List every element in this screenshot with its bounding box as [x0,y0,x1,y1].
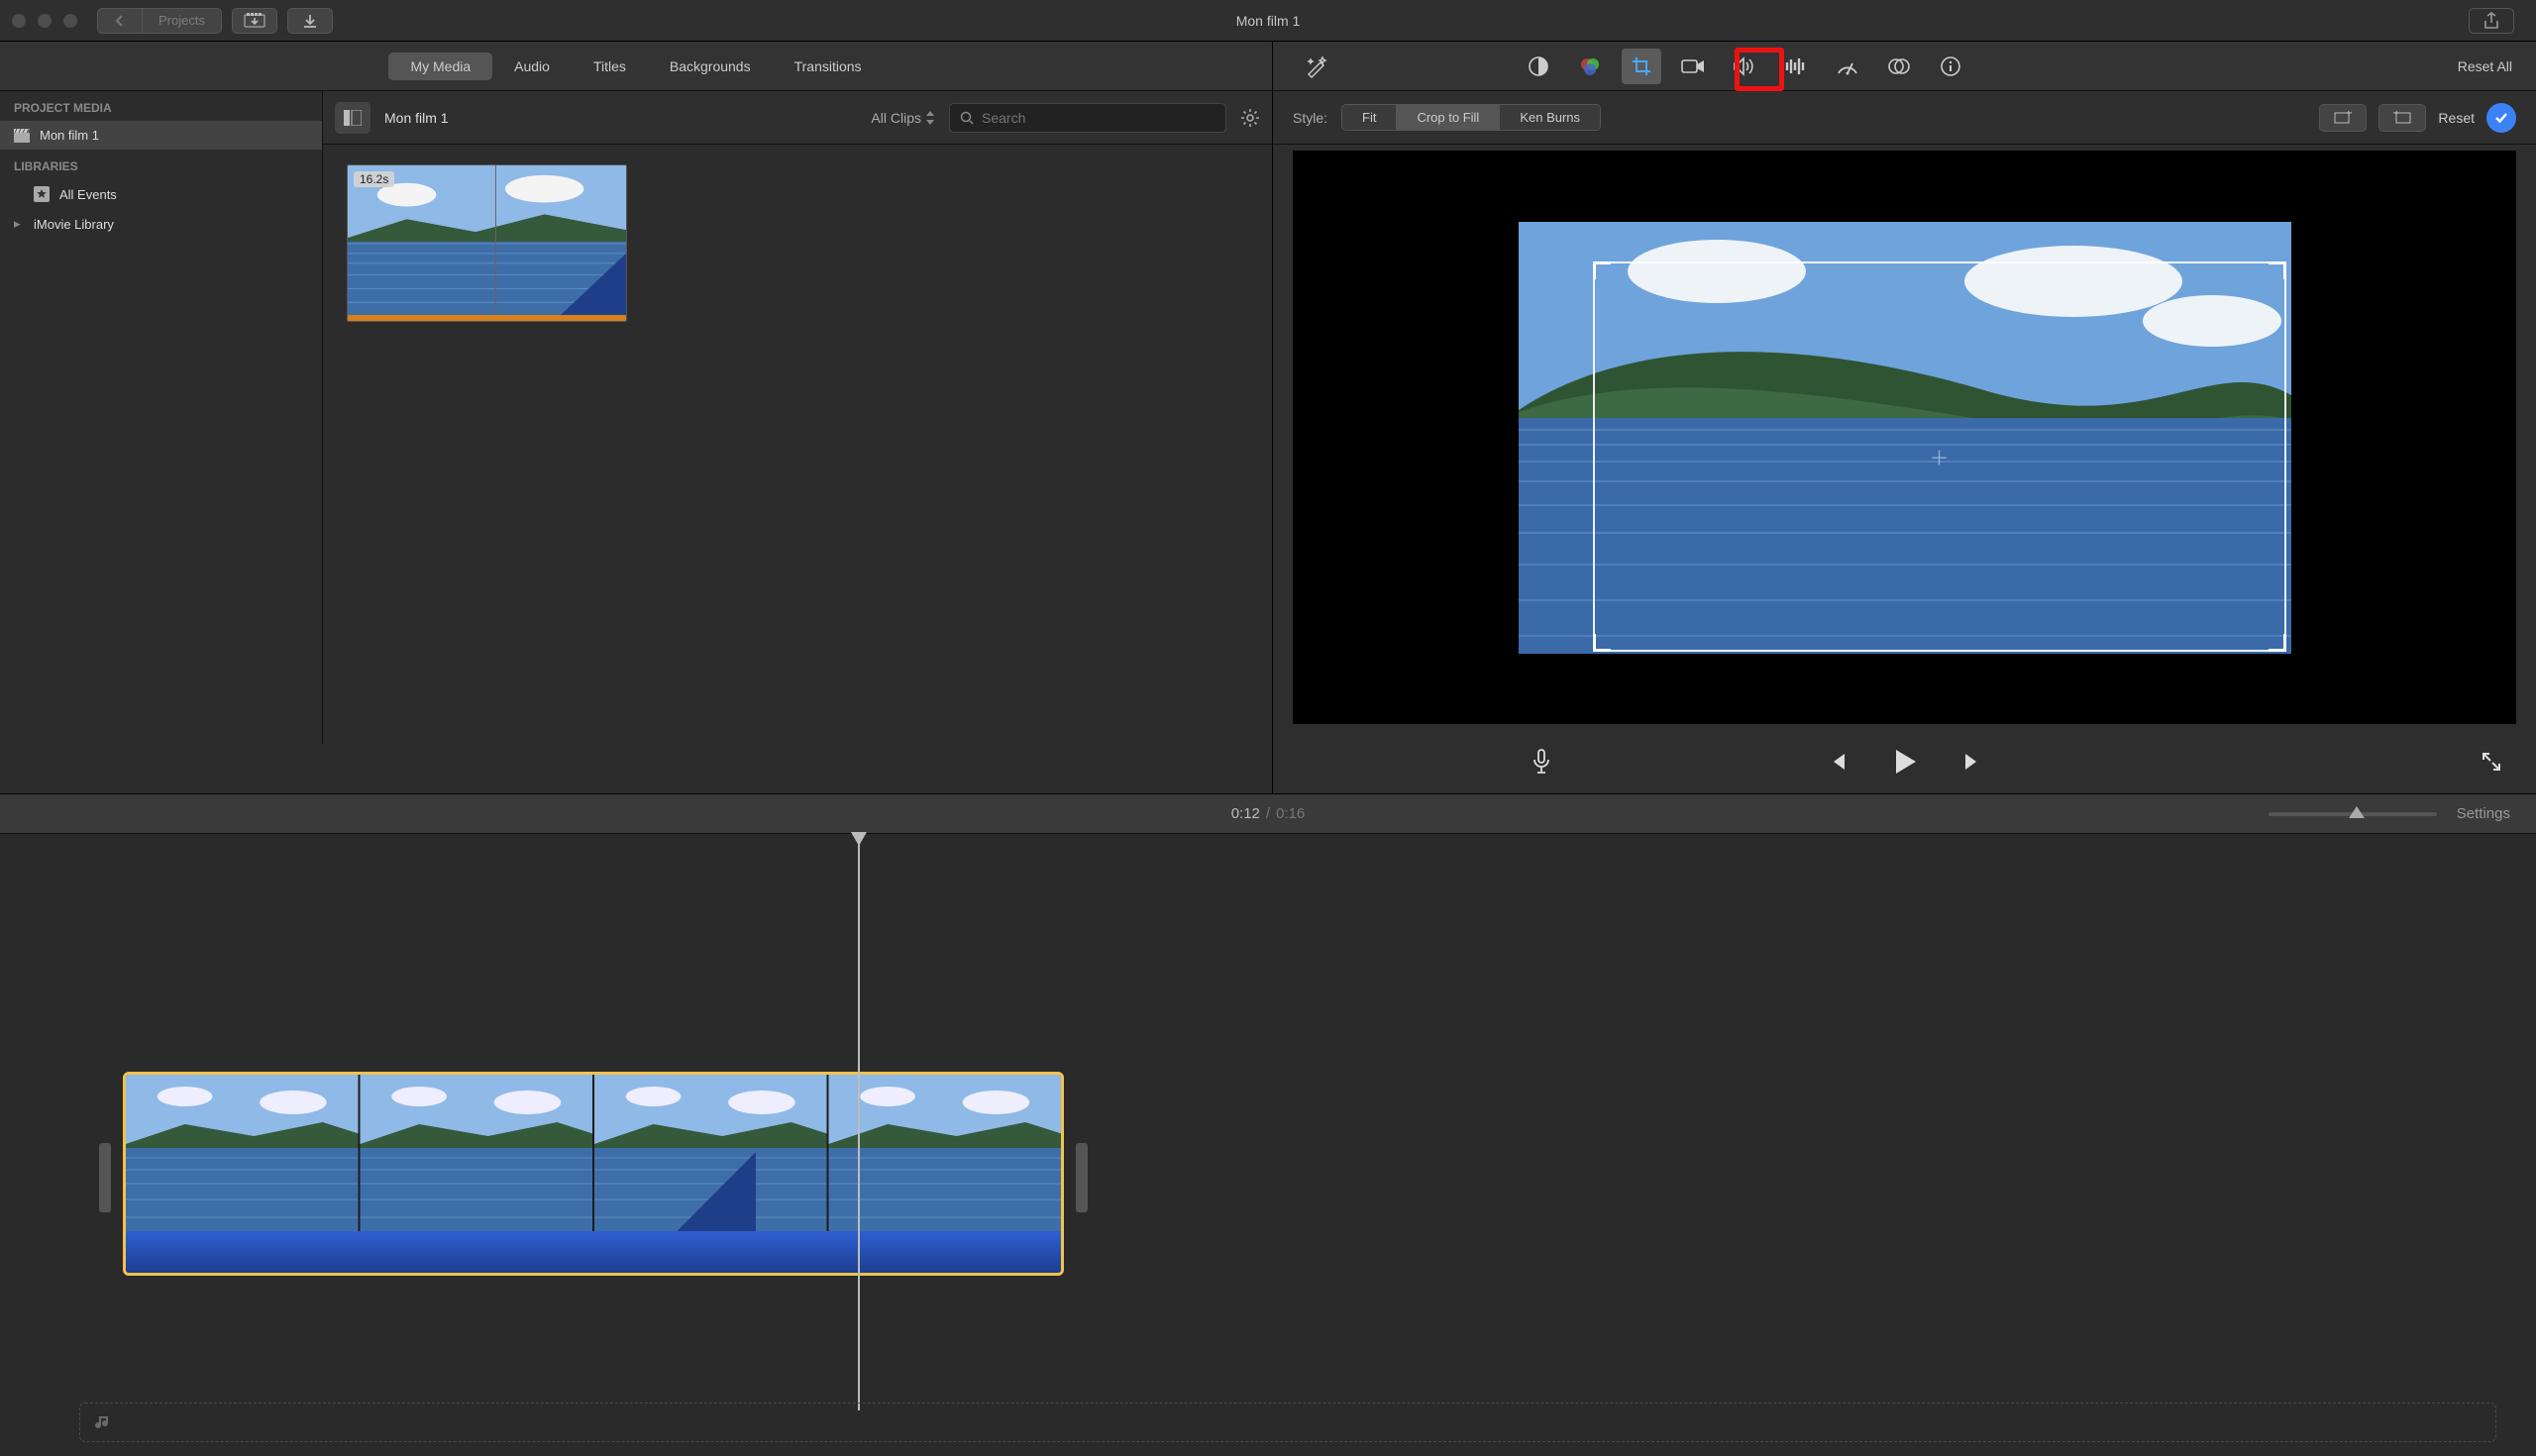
clapperboard-icon [14,129,30,143]
sidebar-item-all-events[interactable]: All Events [0,179,322,209]
media-browser: My Media Audio Titles Backgrounds Transi… [0,42,1273,793]
crop-reset-button[interactable]: Reset [2438,110,2475,126]
crop-apply-button[interactable] [2486,103,2516,133]
crop-handle-se[interactable] [2269,634,2286,652]
timeline[interactable] [0,834,2536,1456]
playhead[interactable] [858,834,860,1410]
clips-grid[interactable]: 16.2s [323,145,1272,793]
projects-button[interactable]: Projects [142,9,221,33]
style-crop-to-fill-button[interactable]: Crop to Fill [1396,105,1499,130]
prev-frame-button[interactable] [1827,751,1849,773]
search-icon [960,111,974,125]
volume-button[interactable] [1725,49,1764,84]
info-button[interactable] [1931,49,1970,84]
crop-center-icon: ＋ [1930,442,1950,470]
fullscreen-button[interactable] [2481,751,2502,773]
import-media-button[interactable] [232,8,277,34]
crop-handle-sw[interactable] [1593,634,1611,652]
crop-style-bar: Style: Fit Crop to Fill Ken Burns Reset [1273,91,2536,145]
time-strip: 0:12 / 0:16 Settings [0,794,2536,834]
sidebar-item-label: iMovie Library [34,217,114,232]
sidebar-item-imovie-library[interactable]: ▸ iMovie Library [0,209,322,239]
play-button[interactable] [1892,748,1918,776]
reset-all-button[interactable]: Reset All [2458,58,2512,74]
style-ken-burns-button[interactable]: Ken Burns [1499,105,1600,130]
tab-titles[interactable]: Titles [572,52,648,80]
projects-segment: Projects [97,8,222,34]
timeline-clip-audio[interactable] [126,1231,1061,1276]
share-button[interactable] [2469,8,2514,34]
libraries-heading: LIBRARIES [0,150,322,179]
enhance-magic-button[interactable] [1297,49,1336,84]
search-input[interactable] [982,110,1215,126]
crop-button[interactable] [1622,49,1661,84]
clips-toolbar: Mon film 1 All Clips [323,91,1272,145]
project-media-heading: PROJECT MEDIA [0,91,322,121]
adjust-bar: Reset All [1273,42,2536,91]
music-well[interactable] [79,1403,2496,1442]
sidebar-item-label: Mon film 1 [40,128,99,143]
clip-filter-label: All Clips [871,110,921,126]
color-balance-button[interactable] [1519,49,1558,84]
next-frame-button[interactable] [1961,751,1983,773]
clip-options-button[interactable] [1240,108,1260,128]
music-note-icon [94,1413,112,1431]
clip-thumbnail[interactable]: 16.2s [347,164,627,322]
timeline-zoom-slider[interactable] [2269,812,2437,816]
zoom-knob[interactable] [2349,806,2365,818]
tab-backgrounds[interactable]: Backgrounds [648,52,773,80]
noise-eq-button[interactable] [1776,49,1816,84]
clip-filter-dropdown[interactable]: All Clips [871,110,935,126]
stabilization-button[interactable] [1673,49,1713,84]
clip-filter-button[interactable] [1879,49,1919,84]
voiceover-button[interactable] [1531,749,1552,775]
crop-rectangle[interactable]: ＋ [1593,261,2286,652]
layout-toggle-button[interactable] [335,102,370,134]
total-duration: 0:16 [1276,805,1305,822]
crop-style-segment: Fit Crop to Fill Ken Burns [1341,104,1601,131]
clips-area: Mon film 1 All Clips [323,91,1272,793]
sidebar-item-label: All Events [59,187,117,202]
close-dot[interactable] [12,14,26,28]
rotate-ccw-button[interactable] [2319,104,2367,132]
playhead-time: 0:12 [1231,805,1260,822]
library-sidebar: PROJECT MEDIA Mon film 1 LIBRARIES All [0,91,323,744]
breadcrumb: Mon film 1 [384,110,449,126]
timeline-clip[interactable] [123,1072,1064,1276]
viewer-pane: Reset All Style: Fit Crop to Fill Ken Bu… [1273,42,2536,793]
go-back-button[interactable] [98,9,142,33]
disclosure-triangle-icon[interactable]: ▸ [14,216,24,232]
window-title: Mon film 1 [1236,13,1301,29]
crop-handle-ne[interactable] [2269,261,2286,279]
browser-tabs: My Media Audio Titles Backgrounds Transi… [0,42,1272,91]
preview-area[interactable]: ＋ [1293,151,2516,724]
tab-audio[interactable]: Audio [492,52,572,80]
trim-handle-right[interactable] [1076,1143,1088,1212]
star-icon [34,186,50,202]
clip-duration-badge: 16.2s [354,171,394,187]
playback-bar [1273,730,2536,793]
search-box[interactable] [949,103,1226,133]
zoom-dot[interactable] [63,14,77,28]
title-bar: Projects Mon film 1 [0,0,2536,42]
minimize-dot[interactable] [38,14,52,28]
clip-used-indicator [348,315,626,321]
style-label: Style: [1293,110,1327,126]
crop-handle-nw[interactable] [1593,261,1611,279]
speed-button[interactable] [1828,49,1867,84]
style-fit-button[interactable]: Fit [1342,105,1396,130]
upper-pane: My Media Audio Titles Backgrounds Transi… [0,42,2536,794]
trim-handle-left[interactable] [99,1143,111,1212]
color-correction-button[interactable] [1570,49,1610,84]
rotate-cw-button[interactable] [2378,104,2426,132]
tab-transitions[interactable]: Transitions [773,52,884,80]
window-controls [12,14,77,28]
timeline-settings-button[interactable]: Settings [2457,805,2510,822]
tab-my-media[interactable]: My Media [388,52,492,80]
download-button[interactable] [287,8,333,34]
stepper-icon [925,111,935,125]
sidebar-item-project[interactable]: Mon film 1 [0,121,322,150]
